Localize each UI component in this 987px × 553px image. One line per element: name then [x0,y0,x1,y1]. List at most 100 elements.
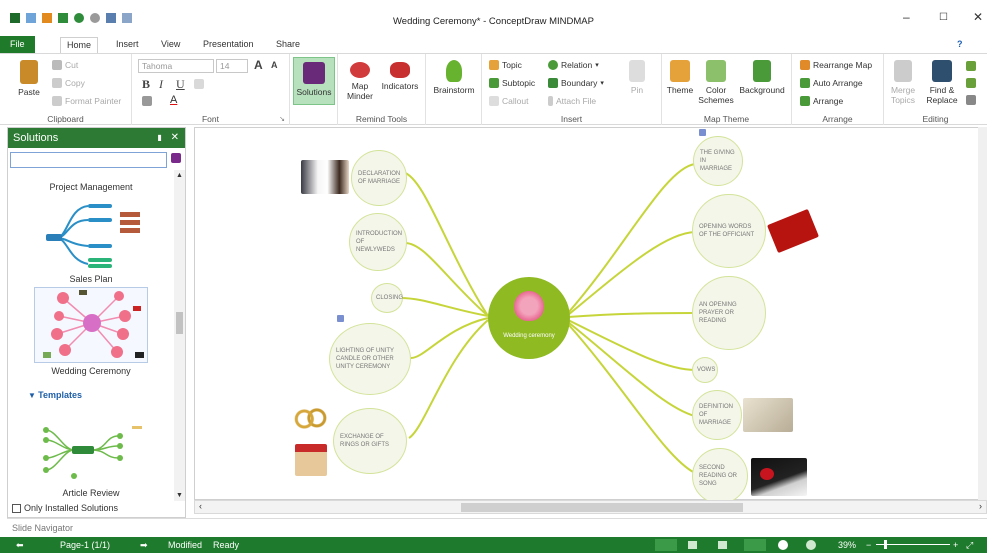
slide-navigator[interactable]: Slide Navigator [7,518,987,537]
play-icon[interactable] [778,540,788,550]
topic-node[interactable]: AN OPENING PRAYER OR READING [692,276,766,350]
topic-button[interactable]: Topic [489,60,522,70]
list-item-label[interactable]: Sales Plan [8,274,174,284]
only-installed-checkbox[interactable]: Only Installed Solutions [12,503,118,513]
scroll-left-icon[interactable]: ‹ [199,501,202,511]
topic-node[interactable]: LIGHTING OF UNITY CANDLE OR OTHER UNITY … [329,323,411,395]
background-button[interactable]: Background [736,60,788,95]
subtopic-button[interactable]: Subtopic [489,78,535,88]
select-icon[interactable] [966,78,976,88]
view-outline-icon[interactable] [688,541,697,549]
topic-node[interactable]: VOWS [692,357,718,383]
zoom-slider[interactable] [876,544,950,545]
topic-node[interactable]: OPENING WORDS OF THE OFFICIANT [692,194,766,268]
solutions-search-input[interactable] [10,152,167,168]
format-painter-button[interactable]: Format Painter [52,96,121,106]
relation-button[interactable]: Relation ▾ [548,60,599,70]
map-minder-button[interactable]: Map Minder [342,62,378,101]
note-icon[interactable] [337,315,344,322]
gift-image[interactable] [295,444,327,476]
arrange-button[interactable]: Arrange [800,96,843,106]
scrollbar-thumb[interactable] [461,503,743,512]
rose-piano-image[interactable] [751,458,807,496]
find-replace-button[interactable]: Find & Replace [920,60,964,105]
auto-arrange-button[interactable]: Auto Arrange [800,78,863,88]
align-icon[interactable] [194,79,204,89]
canvas-horizontal-scrollbar[interactable]: ‹ › [194,500,987,514]
paste-button[interactable]: Paste [14,60,44,97]
bold-button[interactable]: B [142,77,150,92]
indicators-button[interactable]: Indicators [378,62,422,91]
merge-topics-button[interactable]: Merge Topics [886,60,920,105]
solutions-button[interactable]: Solutions [293,57,335,105]
maximize-button[interactable]: ☐ [939,12,948,23]
view-tree-icon[interactable] [718,541,727,549]
article-review-thumbnail[interactable] [36,422,146,482]
panel-scrollbar[interactable]: ▲ ▼ [174,170,185,501]
cut-button[interactable]: Cut [52,60,78,70]
mindmap-canvas[interactable]: DECLARATION OF MARRIAGE INTRODUCTION OF … [194,127,987,504]
tab-home[interactable]: Home [60,37,99,53]
tab-insert[interactable]: Insert [110,38,145,53]
prev-page-icon[interactable]: ⬅ [16,537,24,553]
tab-presentation[interactable]: Presentation [197,38,260,53]
font-dialog-launcher-icon[interactable]: ↘ [279,115,285,123]
zoom-fit-icon[interactable]: ⤢ [966,537,973,553]
tab-file[interactable]: File [0,36,35,53]
pin-panel-icon[interactable]: ▮ [157,133,161,142]
font-family-select[interactable]: Tahoma [138,59,214,73]
font-size-select[interactable]: 14 [216,59,248,73]
close-panel-icon[interactable]: ✕ [171,132,179,143]
list-item-label[interactable]: Wedding Ceremony [8,366,174,376]
declaration-image[interactable] [301,160,349,194]
spellcheck-icon[interactable] [966,61,976,71]
canvas-vertical-scrollbar[interactable] [978,127,987,500]
search-icon[interactable] [171,153,181,163]
tab-view[interactable]: View [155,38,186,53]
callout-button[interactable]: Callout [489,96,528,106]
wedding-ceremony-thumbnail[interactable] [34,287,148,363]
scroll-right-icon[interactable]: › [979,501,982,511]
zoom-slider-handle[interactable] [884,540,887,549]
theme-button[interactable]: Theme [664,60,696,95]
grow-font-button[interactable]: A [254,58,263,72]
font-color-button[interactable]: A [170,94,177,106]
pin-button[interactable]: Pin [622,60,652,95]
next-page-icon[interactable]: ➡ [140,537,148,553]
list-item-label[interactable]: Article Review [8,488,174,498]
italic-button[interactable]: I [159,77,163,92]
scroll-up-icon[interactable]: ▲ [176,172,183,179]
topic-node[interactable]: DEFINITION OF MARRIAGE [692,390,742,440]
shrink-font-button[interactable]: A [271,60,278,70]
topic-node[interactable]: DECLARATION OF MARRIAGE [351,150,407,206]
topic-node[interactable]: EXCHANGE OF RINGS OR GIFTS [333,408,407,474]
zoom-out-icon[interactable]: − [866,537,871,553]
templates-header[interactable]: ▼ Templates [28,390,82,400]
rearrange-map-button[interactable]: Rearrange Map [800,60,872,70]
scroll-down-icon[interactable]: ▼ [176,492,183,499]
boundary-button[interactable]: Boundary ▾ [548,78,604,88]
rings-image[interactable] [291,408,329,430]
tab-share[interactable]: Share [270,38,306,53]
view-normal-icon[interactable] [655,539,677,551]
topic-node[interactable]: SECOND READING OR SONG [692,448,748,504]
fill-color-icon[interactable] [142,96,152,106]
zoom-in-icon[interactable]: + [953,537,958,553]
help-icon[interactable]: ? [951,38,969,53]
copy-button[interactable]: Copy [52,78,85,88]
view-slides-icon[interactable] [744,539,766,551]
brainstorm-button[interactable]: Brainstorm [430,60,478,95]
list-item-label[interactable]: Project Management [8,182,174,192]
note-icon[interactable] [699,129,706,136]
attach-file-button[interactable]: Attach File [548,96,596,106]
scrollbar-thumb[interactable] [176,312,183,334]
topic-node[interactable]: THE GIVING IN MARRIAGE [693,136,743,186]
central-topic[interactable]: Wedding ceremony [488,277,570,359]
topic-node[interactable]: CLOSING [371,283,403,313]
close-button[interactable]: ✕ [973,10,983,24]
definition-image[interactable] [743,398,793,432]
sales-plan-thumbnail[interactable] [38,198,144,272]
clear-icon[interactable] [966,95,976,105]
topic-node[interactable]: INTRODUCTION OF NEWLYWEDS [349,213,407,271]
gear-icon[interactable] [806,540,816,550]
